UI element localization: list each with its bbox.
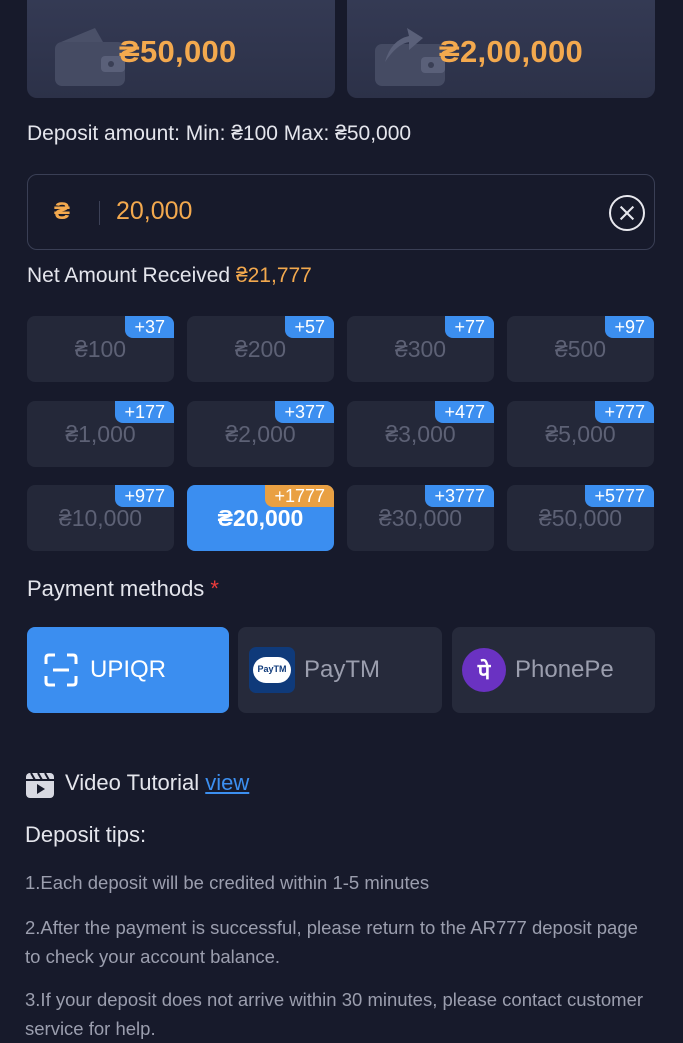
amount-input[interactable]: ₴ 20,000	[27, 174, 655, 250]
deposit-tips-title: Deposit tips:	[25, 822, 147, 847]
video-tutorial-view-link[interactable]: view	[205, 770, 249, 795]
net-amount-label: Net Amount Received	[27, 264, 231, 287]
amount-option-selected[interactable]: ₴20,000 +1777	[187, 485, 334, 551]
amount-option-value: ₴2,000	[225, 421, 296, 447]
divider	[99, 201, 100, 225]
amount-option[interactable]: ₴2,000 +377	[187, 401, 334, 467]
amount-option-value: ₴30,000	[378, 505, 463, 531]
amount-option[interactable]: ₴5,000 +777	[507, 401, 654, 467]
video-tutorial-label: Video Tutorial	[65, 770, 200, 795]
amount-option[interactable]: ₴100 +37	[27, 316, 174, 382]
bonus-badge: +777	[595, 401, 654, 423]
paytm-logo-icon: PayTM	[249, 647, 295, 693]
amount-option-value: ₴500	[554, 336, 607, 362]
amount-option[interactable]: ₴500 +97	[507, 316, 654, 382]
amount-option[interactable]: ₴10,000 +977	[27, 485, 174, 551]
wallet-balance-amount: ₴50,000	[119, 34, 237, 69]
payment-method-name: UPIQR	[90, 656, 167, 683]
paytm-logo-text: PayTM	[257, 664, 287, 674]
bonus-badge: +377	[275, 401, 334, 423]
bonus-badge: +177	[115, 401, 174, 423]
wallet-card-balance[interactable]: ₴50,000	[27, 0, 335, 98]
amount-option[interactable]: ₴1,000 +177	[27, 401, 174, 467]
payment-method-phonepe[interactable]: पे PhonePe	[452, 627, 655, 713]
phonepe-logo-icon: पे	[462, 648, 506, 692]
phonepe-logo-text: पे	[477, 660, 491, 685]
amount-option-value: ₴200	[234, 336, 287, 362]
amount-option-value: ₴3,000	[385, 421, 456, 447]
amount-value[interactable]: 20,000	[116, 197, 192, 226]
payment-method-name: PhonePe	[515, 656, 614, 683]
amount-option-value: ₴5,000	[545, 421, 616, 447]
amount-option[interactable]: ₴50,000 +5777	[507, 485, 654, 551]
scan-icon	[44, 653, 78, 687]
bonus-badge: +77	[445, 316, 494, 338]
wallet-card-limit[interactable]: ₴2,00,000	[347, 0, 655, 98]
bonus-badge: +477	[435, 401, 494, 423]
clear-icon[interactable]	[609, 195, 645, 231]
video-tutorial: Video Tutorial view	[65, 770, 249, 796]
payment-method-name: PayTM	[304, 656, 381, 683]
amount-option-value: ₴10,000	[58, 505, 143, 531]
deposit-tip: 1.Each deposit will be credited within 1…	[25, 872, 430, 893]
bonus-badge: +37	[125, 316, 174, 338]
deposit-range-label: Deposit amount: Min: ₴100 Max: ₴50,000	[27, 122, 412, 145]
required-mark: *	[210, 576, 219, 601]
amount-option-value: ₴50,000	[538, 505, 623, 531]
payment-method-upiqr[interactable]: UPIQR	[27, 627, 229, 713]
bonus-badge: +3777	[425, 485, 494, 507]
bonus-badge: +977	[115, 485, 174, 507]
amount-option-value: ₴1,000	[65, 421, 136, 447]
amount-option-value: ₴20,000	[217, 505, 304, 531]
deposit-tip: 3.If your deposit does not arrive within…	[25, 989, 644, 1039]
payment-methods-label: Payment methods	[27, 576, 205, 601]
amount-option[interactable]: ₴200 +57	[187, 316, 334, 382]
payment-methods-title: Payment methods *	[27, 576, 219, 602]
payment-method-paytm[interactable]: PayTM PayTM	[238, 627, 442, 713]
wallet-limit-amount: ₴2,00,000	[439, 34, 584, 69]
deposit-tip: 2.After the payment is successful, pleas…	[25, 917, 638, 967]
amount-option[interactable]: ₴300 +77	[347, 316, 494, 382]
bonus-badge: +1777	[265, 485, 334, 507]
net-amount-value: ₴21,777	[235, 264, 312, 287]
bonus-badge: +97	[605, 316, 654, 338]
bonus-badge: +5777	[585, 485, 654, 507]
amount-option-value: ₴100	[74, 336, 127, 362]
currency-symbol: ₴	[54, 198, 71, 225]
net-amount: Net Amount Received ₴21,777	[27, 264, 312, 288]
amount-option[interactable]: ₴30,000 +3777	[347, 485, 494, 551]
video-icon	[26, 772, 54, 798]
amount-option-value: ₴300	[394, 336, 447, 362]
bonus-badge: +57	[285, 316, 334, 338]
amount-option[interactable]: ₴3,000 +477	[347, 401, 494, 467]
